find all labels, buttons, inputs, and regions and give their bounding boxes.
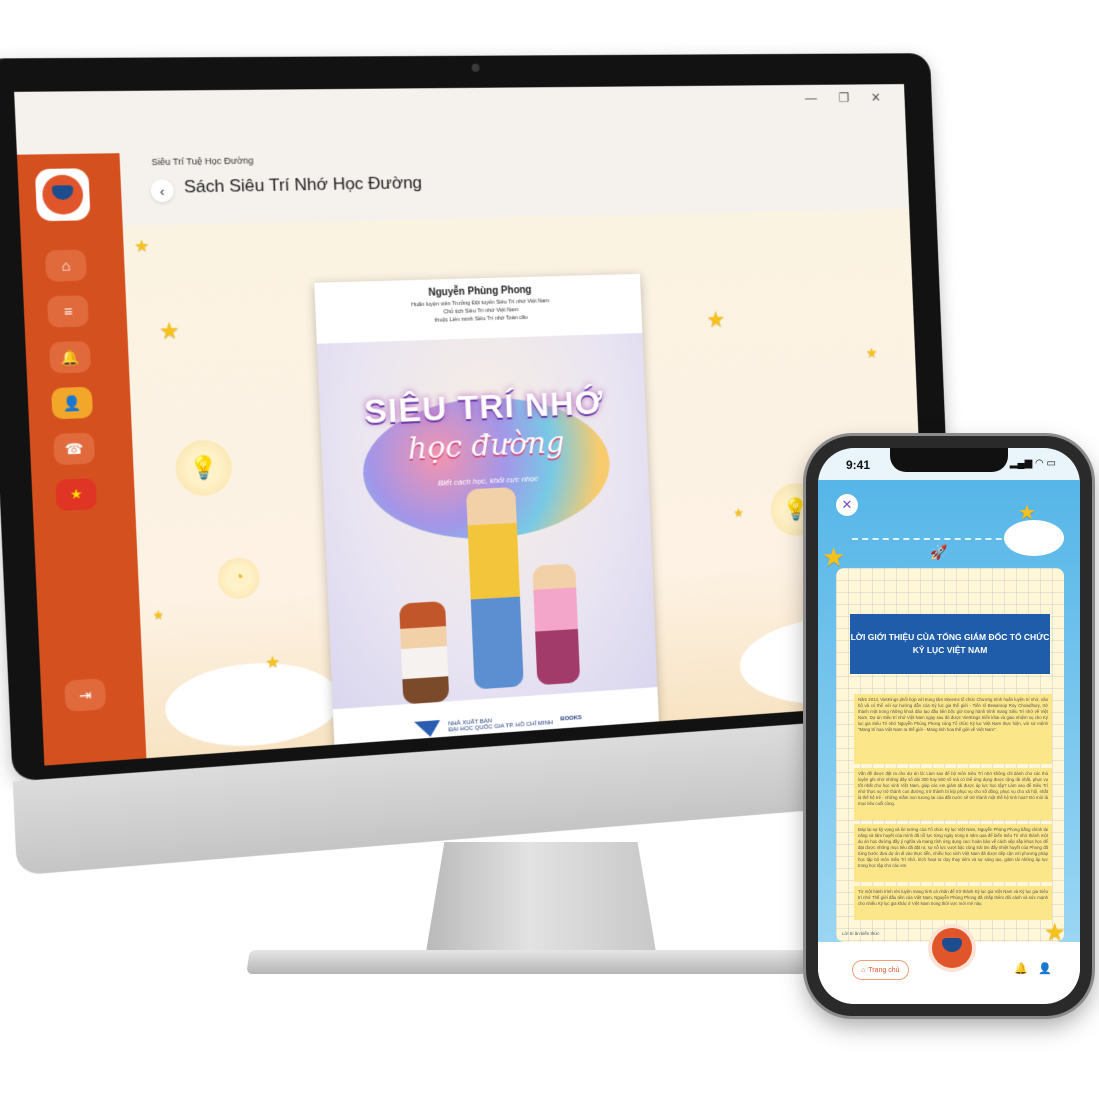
logout-icon: ⇥ xyxy=(78,685,92,704)
nav-profile-button[interactable]: 👤 xyxy=(51,386,94,420)
paragraph: Năm 2014, VietKings phối hợp với trung t… xyxy=(854,694,1052,764)
nav-notifications-button[interactable]: 🔔 xyxy=(49,340,91,374)
breadcrumb[interactable]: Siêu Trí Tuệ Học Đường xyxy=(151,155,253,167)
paragraph: Vấn đề được đặt ra cho dự án là: Làm sao… xyxy=(854,768,1052,820)
app-logo[interactable] xyxy=(34,168,91,222)
monitor-stand xyxy=(426,842,656,952)
cloud-decoration xyxy=(163,658,343,752)
chevron-left-icon: ‹ xyxy=(159,183,165,199)
language-flag-button[interactable]: ★ xyxy=(55,478,98,512)
star-icon: ★ xyxy=(705,306,726,332)
star-icon: ★ xyxy=(152,607,165,623)
user-icon: 👤 xyxy=(62,393,82,412)
mascot-avatar-button[interactable] xyxy=(932,928,972,968)
rocket-icon: 🚀 xyxy=(930,544,948,560)
window-controls[interactable]: — ❐ ✕ xyxy=(805,90,891,106)
status-icons: ▂▄▆ ◠ ▭ xyxy=(1009,458,1056,469)
home-icon: ⌂ xyxy=(61,257,71,275)
vietnam-flag-icon: ★ xyxy=(69,485,83,503)
logout-button[interactable]: ⇥ xyxy=(64,678,107,712)
home-tab-label: Trang chủ xyxy=(868,966,900,974)
close-icon: ✕ xyxy=(841,497,853,512)
teen-figure xyxy=(465,487,524,690)
page-title: Sách Siêu Trí Nhớ Học Đường xyxy=(183,172,423,197)
rocket-trail xyxy=(852,538,1012,540)
girl-figure xyxy=(532,563,581,686)
desktop-app-window: — ❐ ✕ ⌂ ≡ 🔔 👤 ☎ ★ ⇥ Siêu Trí Tuệ Học Đườ… xyxy=(14,84,930,766)
phone-icon: ☎ xyxy=(64,439,84,457)
user-icon[interactable]: 👤 xyxy=(1038,962,1052,975)
star-icon: ★ xyxy=(264,653,281,672)
bell-icon[interactable]: 🔔 xyxy=(1014,962,1028,975)
home-icon: ⌂ xyxy=(861,966,866,974)
bell-icon: 🔔 xyxy=(60,348,80,366)
list-icon: ≡ xyxy=(63,302,73,320)
home-tab[interactable]: ⌂ Trang chủ xyxy=(852,960,909,980)
spine-label: BOOKS xyxy=(560,715,582,723)
star-icon: ★ xyxy=(733,505,744,520)
reader-view: ✕ ★ ★ 🚀 LỜI GIỚI THIỆU CỦA TỔNG GIÁM ĐỐC… xyxy=(818,480,1080,946)
boy-figure xyxy=(399,601,450,705)
close-button[interactable]: ✕ xyxy=(836,494,858,516)
intro-title: LỜI GIỚI THIỆU CỦA TỔNG GIÁM ĐỐC TỔ CHỨC… xyxy=(850,614,1050,674)
publisher-logo xyxy=(414,720,441,738)
lightbulb-icon: 💡 xyxy=(174,439,234,498)
pie-chart-icon: ◔ xyxy=(217,556,261,600)
phone-screen: 9:41 ▂▄▆ ◠ ▭ ✕ ★ ★ 🚀 LỜI GIỚI THIỆU CỦA … xyxy=(818,448,1080,1004)
bottom-nav: ⌂ Trang chủ 🔔 👤 xyxy=(818,928,1080,1004)
back-button[interactable]: ‹ xyxy=(150,179,175,203)
nav-home-button[interactable]: ⌂ xyxy=(44,249,87,282)
star-icon: ★ xyxy=(133,237,150,256)
webcam xyxy=(471,63,480,72)
status-time: 9:41 xyxy=(846,458,871,472)
paragraph: Từ một hành trình rèn luyện mang tính cá… xyxy=(854,886,1052,920)
mascot-icon xyxy=(41,174,84,215)
smartphone: 9:41 ▂▄▆ ◠ ▭ ✕ ★ ★ 🚀 LỜI GIỚI THIỆU CỦA … xyxy=(806,436,1092,1016)
cloud-mascot-icon xyxy=(1004,520,1064,556)
nav-list-button[interactable]: ≡ xyxy=(46,295,89,328)
star-icon: ★ xyxy=(158,317,181,344)
star-icon: ★ xyxy=(865,344,878,361)
phone-notch xyxy=(890,448,1008,472)
page-footnote: Lời tri ân kiến thức xyxy=(842,931,880,936)
nav-support-button[interactable]: ☎ xyxy=(53,432,96,466)
paragraph: Đáp lại sự kỳ vọng và lời tưởng của Tổ c… xyxy=(854,824,1052,882)
book-page[interactable]: LỜI GIỚI THIỆU CỦA TỔNG GIÁM ĐỐC TỔ CHỨC… xyxy=(836,568,1064,942)
monitor-base xyxy=(246,950,810,974)
book-cover[interactable]: Nguyễn Phùng Phong Huấn luyện viên Trưởn… xyxy=(314,273,660,758)
